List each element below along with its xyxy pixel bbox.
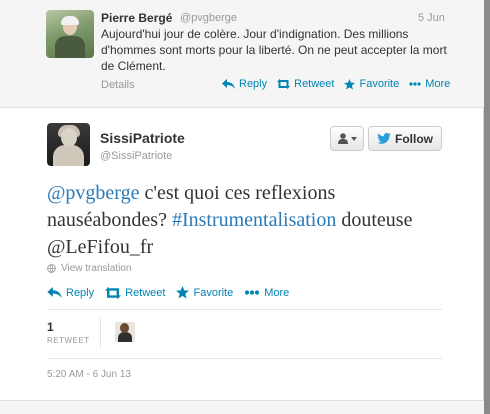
tweet-timestamp[interactable]: 5:20 AM - 6 Jun 13 [47,369,131,380]
hashtag-link[interactable]: #Instrumentalisation [172,209,336,231]
tweet-time[interactable]: 5 Jun [418,12,445,24]
retweet-button[interactable]: Retweet [277,78,334,90]
favorite-button[interactable]: Favorite [344,78,399,90]
favorite-label: Favorite [359,78,400,90]
reply-section [0,400,484,414]
favorite-label: Favorite [193,286,234,299]
more-button[interactable]: More [409,78,450,90]
avatar-head [61,128,77,147]
avatar-hair [61,16,79,25]
avatar-head [120,323,129,333]
avatar-body [55,36,85,58]
retweeter-avatar[interactable] [115,322,135,342]
author-name[interactable]: SissiPatriote [100,130,185,146]
globe-icon [47,264,56,273]
reply-label: Reply [239,78,268,90]
author-handle[interactable]: @SissiPatriote [100,150,172,162]
tweet-text: Aujourd'hui jour de colère. Jour d'indig… [101,27,447,73]
context-tweet[interactable]: Pierre Bergé @pvgberge 5 Jun Aujourd'hui… [0,0,484,108]
mention-link[interactable]: @pvgberge [47,182,139,204]
reply-icon [222,79,235,89]
favorite-button[interactable]: Favorite [176,286,233,299]
follow-label: Follow [395,131,433,146]
tweet-actions: Reply Retweet Favorite More [47,286,289,299]
author-name[interactable]: Pierre Bergé [101,11,172,25]
divider [100,318,101,348]
star-icon [176,286,190,299]
reply-icon [47,287,62,298]
avatar[interactable] [47,123,90,166]
retweet-label: Retweet [294,78,335,90]
retweet-icon [105,286,121,299]
star-icon [344,78,356,90]
user-actions-dropdown[interactable] [330,126,364,151]
reply-button[interactable]: Reply [222,78,267,90]
avatar-body [118,332,132,342]
reply-label: Reply [66,286,95,299]
person-icon [337,133,348,144]
more-button[interactable]: More [244,286,289,299]
tweet-text: @pvgberge c'est quoi ces reflexions naus… [47,180,447,261]
divider [47,309,442,310]
twitter-bird-icon [377,133,391,144]
follow-button[interactable]: Follow [368,126,442,151]
retweet-count[interactable]: 1 [47,320,54,334]
tweet-permalink-frame: Pierre Bergé @pvgberge 5 Jun Aujourd'hui… [0,0,484,414]
tweet-actions: Reply Retweet Favorite More [222,78,450,90]
retweet-count-label: RETWEET [47,336,90,345]
more-label: More [425,78,451,90]
author-handle[interactable]: @pvgberge [180,12,237,24]
more-label: More [264,286,290,299]
caret-down-icon [350,136,357,141]
view-translation-link[interactable]: View translation [47,263,131,274]
view-translation-label: View translation [61,263,132,274]
details-link[interactable]: Details [101,79,135,91]
divider [47,358,442,359]
ellipsis-icon [409,82,421,86]
ellipsis-icon [245,290,260,295]
retweet-label: Retweet [125,286,166,299]
reply-button[interactable]: Reply [47,286,94,299]
retweet-icon [277,79,291,89]
avatar-body [53,145,84,166]
avatar[interactable] [46,10,94,58]
retweet-button[interactable]: Retweet [105,286,165,299]
